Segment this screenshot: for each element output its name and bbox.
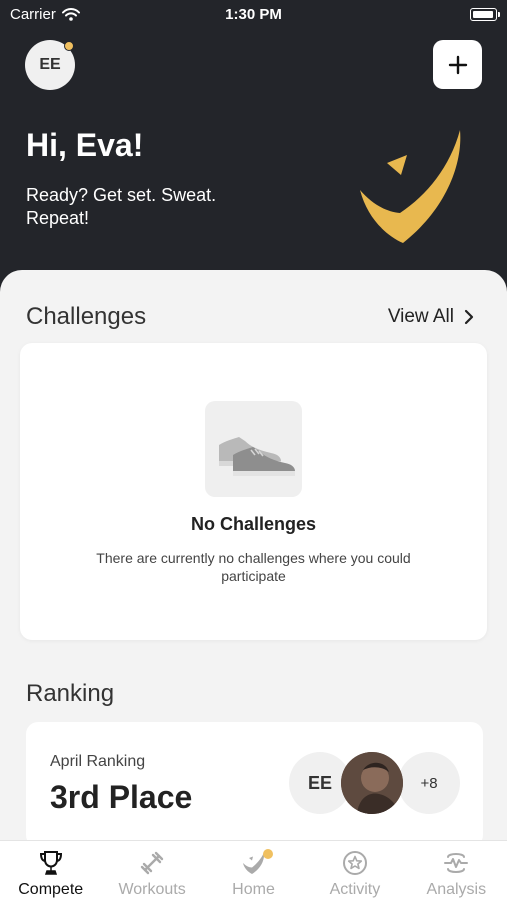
avatar-initials: EE [39,56,61,73]
ranking-place: 3rd Place [50,779,193,815]
status-bar: Carrier 1:30 PM [0,0,507,30]
status-time: 1:30 PM [225,6,282,23]
dumbbell-icon [140,851,164,875]
empty-state-title: No Challenges [190,514,317,534]
greeting-title: Hi, Eva! [26,127,144,163]
chevron-right-icon [464,309,474,325]
bottom-tab-bar: Compete Workouts Home Activity Analysis [0,840,507,900]
notification-dot [64,41,74,51]
view-all-label: View All [387,306,454,327]
tab-label: Activity [329,881,381,898]
tab-label: Compete [18,881,84,898]
sneakers-icon [205,401,302,497]
tab-workouts[interactable]: Workouts [101,841,202,900]
header: EE Hi, Eva! Ready? Get set. Sweat. Repea… [0,0,507,300]
trophy-icon [39,851,62,875]
tab-analysis[interactable]: Analysis [406,841,507,900]
brand-logo-icon [360,130,461,243]
tab-label: Workouts [118,881,186,898]
pulse-icon [444,853,469,873]
ranking-period-label: April Ranking [50,753,146,770]
profile-avatar[interactable]: EE [25,40,75,90]
greeting-tagline: Ready? Get set. Sweat. Repeat! [26,185,217,228]
main-content: Challenges View All No Challenges There … [0,270,507,847]
challenges-title: Challenges [26,303,147,330]
home-notification-dot [262,849,273,859]
add-button[interactable] [433,40,482,89]
view-all-link[interactable]: View All [388,306,474,328]
tab-label: Analysis [426,881,487,898]
battery-icon [470,8,500,21]
participant-photo-avatar [341,752,403,814]
star-badge-icon [342,851,367,875]
challenges-empty-card: No Challenges There are currently no cha… [20,343,487,640]
empty-state-description: There are currently no challenges where … [96,550,411,584]
tab-compete[interactable]: Compete [0,841,101,900]
plus-icon [448,55,467,74]
tab-home[interactable]: Home [203,841,304,900]
more-participants-badge: +8 [398,752,460,814]
ranking-card[interactable]: April Ranking 3rd Place +8 EE [26,722,483,847]
ranking-title: Ranking [26,680,115,707]
tab-activity[interactable]: Activity [304,841,405,900]
tab-label: Home [232,881,275,898]
